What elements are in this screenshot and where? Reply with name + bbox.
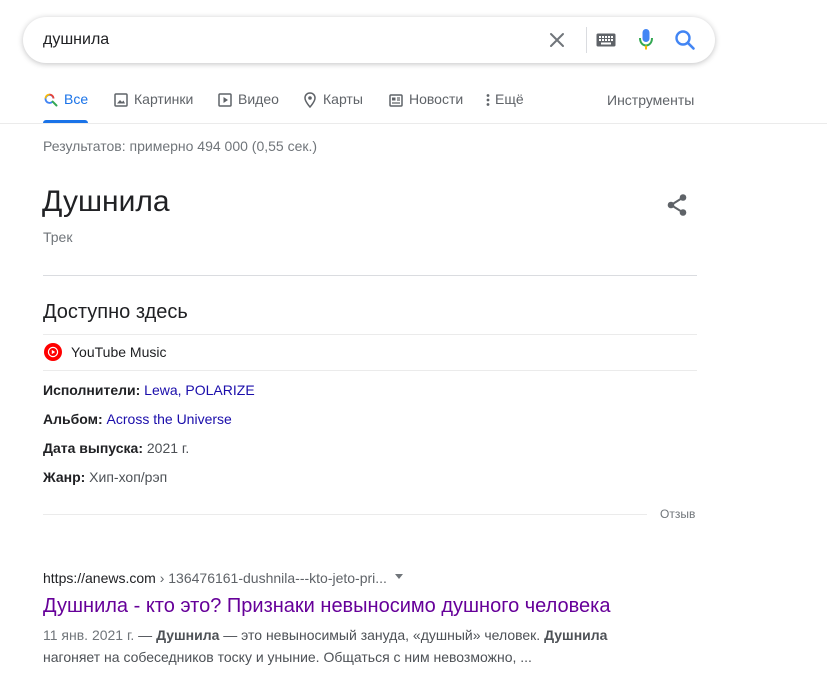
fact-label: Альбом:: [43, 411, 103, 427]
fact-label: Дата выпуска:: [43, 440, 143, 456]
search-icon[interactable]: [673, 28, 697, 52]
fact-value: Хип-хоп/рэп: [89, 469, 168, 485]
tools-button[interactable]: Инструменты: [607, 92, 694, 108]
keyboard-icon[interactable]: [594, 28, 618, 52]
video-icon: [217, 92, 233, 108]
result-url[interactable]: https://anews.com › 136476161-dushnila--…: [43, 570, 387, 586]
snippet-highlight: Душнила: [156, 627, 220, 643]
tab-label: Картинки: [134, 91, 194, 107]
snippet-highlight: Душнила: [544, 627, 608, 643]
chevron-down-icon[interactable]: [395, 574, 403, 579]
divider: [43, 334, 697, 335]
result-path: › 136476161-dushnila---kto-jeto-pri...: [155, 570, 387, 586]
tab-news[interactable]: Новости: [388, 91, 463, 123]
result-snippet: 11 янв. 2021 г. — Душнила — это невыноси…: [43, 624, 643, 668]
fact-value: 2021 г.: [146, 440, 190, 456]
youtube-music-icon: [44, 343, 62, 361]
youtube-music-link[interactable]: YouTube Music: [44, 342, 166, 362]
feedback-link[interactable]: Отзыв: [660, 507, 695, 521]
result-stats: Результатов: примерно 494 000 (0,55 сек.…: [43, 138, 318, 154]
knowledge-panel-subtitle: Трек: [43, 229, 73, 245]
artist-link-lewa[interactable]: Lewa: [144, 382, 177, 398]
search-bar: [23, 17, 715, 63]
tab-label: Видео: [238, 91, 279, 107]
fact-label: Жанр:: [43, 469, 86, 485]
fact-album: Альбом: Across the Universe: [43, 411, 232, 427]
fact-release-date: Дата выпуска: 2021 г.: [43, 440, 189, 456]
share-icon[interactable]: [664, 192, 690, 218]
tab-label: Карты: [323, 91, 363, 107]
tab-label: Все: [64, 91, 89, 107]
image-icon: [113, 92, 129, 108]
result-domain: https://anews.com: [43, 570, 156, 586]
album-link[interactable]: Across the Universe: [107, 411, 232, 427]
tab-maps[interactable]: Карты: [302, 91, 363, 123]
tab-videos[interactable]: Видео: [217, 91, 279, 123]
news-icon: [388, 92, 404, 108]
knowledge-panel-title: Душнила: [42, 185, 170, 218]
fact-label: Исполнители:: [43, 382, 141, 398]
divider: [43, 514, 647, 515]
available-here-heading: Доступно здесь: [43, 301, 188, 323]
map-pin-icon: [302, 92, 318, 108]
fact-genre: Жанр: Хип-хоп/рэп: [43, 469, 167, 485]
provider-label: YouTube Music: [71, 344, 167, 360]
tab-more[interactable]: Ещё: [484, 91, 524, 123]
tab-all[interactable]: Все: [43, 91, 88, 123]
result-title-link[interactable]: Душнила - кто это? Признаки невыносимо д…: [43, 595, 610, 618]
snippet-text: нагоняет на собеседников тоску и уныние.…: [43, 649, 532, 665]
snippet-text: — это невыносимый зануда, «душный» челов…: [219, 627, 545, 643]
divider: [43, 275, 697, 276]
microphone-icon[interactable]: [634, 28, 658, 52]
clear-icon[interactable]: [545, 28, 569, 52]
tab-label: Новости: [409, 91, 464, 107]
result-date: 11 янв. 2021 г.: [43, 627, 135, 643]
search-icon: [43, 92, 59, 108]
tab-label: Ещё: [495, 91, 524, 107]
search-bar-divider: [586, 27, 587, 53]
snippet-dash: —: [134, 627, 157, 643]
search-input[interactable]: [43, 30, 523, 50]
tabs-divider: [0, 123, 827, 124]
fact-artists: Исполнители: Lewa, POLARIZE: [43, 382, 255, 398]
tab-images[interactable]: Картинки: [113, 91, 193, 123]
divider: [43, 370, 697, 371]
artist-link-polarize[interactable]: POLARIZE: [185, 382, 254, 398]
more-vert-icon: [484, 92, 492, 108]
